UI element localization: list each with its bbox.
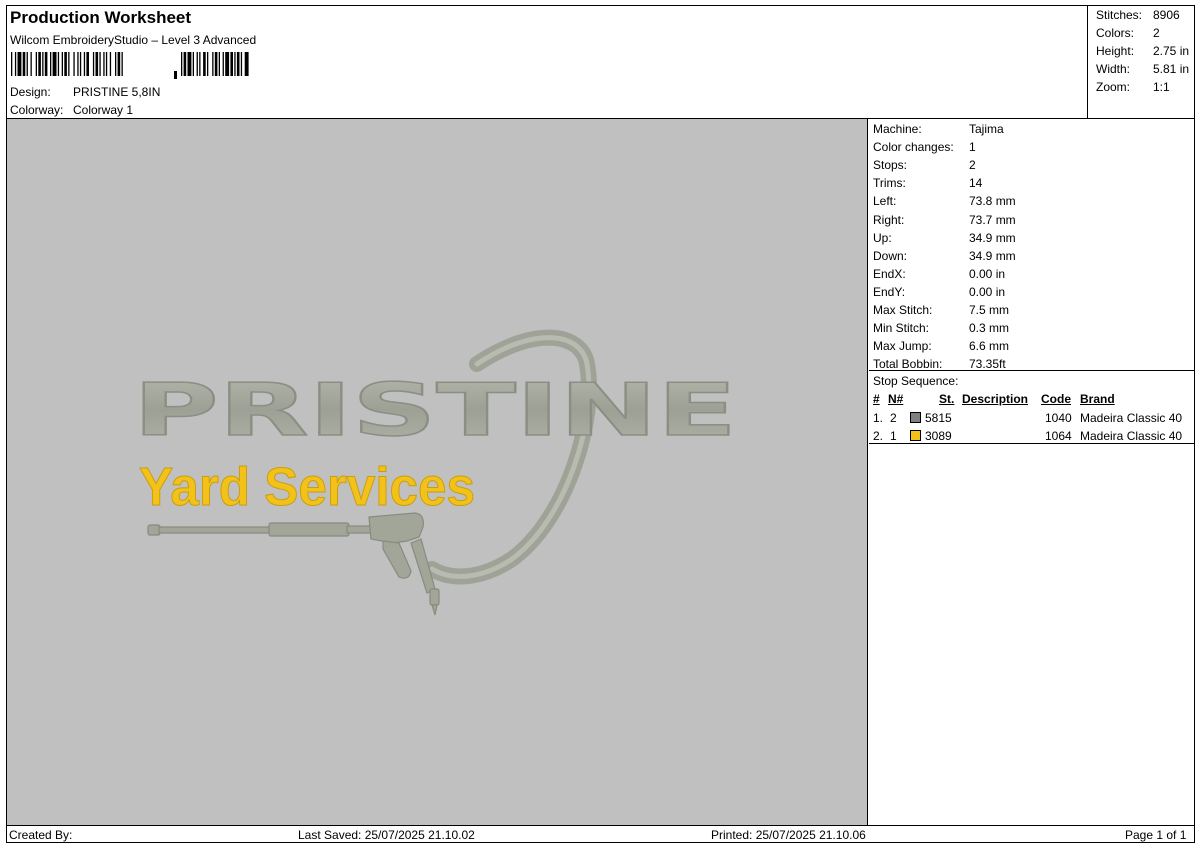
info-value: 2 bbox=[969, 158, 976, 173]
barcode bbox=[11, 52, 249, 79]
info-value: Tajima bbox=[969, 122, 1004, 136]
colorway-label: Colorway: bbox=[10, 103, 64, 117]
colorway-value: Colorway 1 bbox=[73, 103, 134, 117]
info-row: Down: 34.9 mm bbox=[873, 249, 1016, 267]
info-value: 0.3 mm bbox=[969, 321, 1010, 336]
info-value: 7.5 mm bbox=[969, 303, 1010, 317]
last-saved: Last Saved: 25/07/2025 21.10.02 bbox=[298, 828, 475, 842]
col-brand: Brand bbox=[1080, 392, 1115, 406]
stat-stitches: Stitches: 8906 bbox=[1096, 8, 1180, 22]
software-name: Wilcom EmbroideryStudio – Level 3 Advanc… bbox=[10, 33, 257, 47]
color-swatch bbox=[910, 412, 921, 423]
info-label: Left: bbox=[873, 194, 897, 209]
stats-box: Stitches: 8906 Colors: 2 Height: 2.75 in Wi… bbox=[1087, 6, 1196, 118]
info-label: EndY: bbox=[873, 284, 906, 299]
info-row: EndY: 0.00 in bbox=[873, 285, 1005, 303]
info-row: EndX: 0.00 in bbox=[873, 267, 1005, 285]
info-value: 1 bbox=[969, 140, 976, 155]
info-value: 14 bbox=[969, 176, 983, 191]
info-value: 0.00 in bbox=[969, 266, 1006, 281]
info-label: Max Stitch: bbox=[873, 303, 933, 317]
stop-sequence-title: Stop Sequence: bbox=[873, 374, 959, 388]
col-description: Description bbox=[962, 392, 1029, 406]
col-code: Code bbox=[1041, 392, 1071, 406]
info-value: 34.9 mm bbox=[969, 230, 1016, 245]
design-label: Design: bbox=[10, 85, 51, 99]
worksheet-title: Production Worksheet bbox=[10, 8, 192, 27]
info-row: Machine: Tajima bbox=[873, 122, 1004, 140]
info-label: Down: bbox=[873, 248, 908, 263]
worksheet-footer: Created By: Last Saved: 25/07/2025 21.10… bbox=[7, 825, 1194, 842]
info-label: Trims: bbox=[873, 176, 906, 191]
info-label: Right: bbox=[873, 212, 905, 227]
col-n: N# bbox=[888, 392, 904, 406]
info-value: 6.6 mm bbox=[969, 339, 1010, 354]
info-row: Max Stitch: 7.5 mm bbox=[873, 303, 1009, 321]
info-label: Max Jump: bbox=[873, 339, 932, 354]
info-row: Trims: 14 bbox=[873, 176, 982, 194]
design-canvas: PRISTINE Yard Services bbox=[7, 119, 868, 825]
info-row: Color changes: 1 bbox=[873, 140, 976, 158]
page-number: Page 1 of 1 bbox=[1125, 828, 1187, 842]
info-label: Machine: bbox=[873, 122, 922, 136]
production-worksheet: Production Worksheet Wilcom EmbroiderySt… bbox=[6, 5, 1195, 843]
info-label: Min Stitch: bbox=[873, 321, 930, 336]
info-label: Color changes: bbox=[873, 140, 954, 155]
tagline-text: Yard Services bbox=[139, 457, 475, 517]
pressure-washer-icon bbox=[147, 512, 440, 616]
design-row: Design: PRISTINE 5,8IN bbox=[10, 85, 160, 99]
info-label: Up: bbox=[873, 230, 892, 245]
info-value: 0.00 in bbox=[969, 284, 1006, 299]
info-label: EndX: bbox=[873, 266, 906, 281]
stat-height: Height: 2.75 in bbox=[1096, 44, 1190, 58]
design-value: PRISTINE 5,8IN bbox=[73, 85, 161, 99]
info-row: Max Jump: 6.6 mm bbox=[873, 339, 1009, 357]
info-value: 73.7 mm bbox=[969, 212, 1016, 227]
info-value: 34.9 mm bbox=[969, 248, 1016, 263]
info-row: Right: 73.7 mm bbox=[873, 213, 1016, 231]
info-label: Stops: bbox=[873, 158, 908, 173]
info-row: Stops: 2 bbox=[873, 158, 976, 176]
col-num: # bbox=[873, 392, 880, 406]
stat-width: Width: 5.81 in bbox=[1096, 62, 1190, 76]
info-row: Left: 73.8 mm bbox=[873, 194, 1016, 212]
created-by: Created By: bbox=[9, 828, 73, 842]
stat-colors: Colors: 2 bbox=[1096, 26, 1160, 40]
printed-date: Printed: 25/07/2025 21.10.06 bbox=[711, 828, 866, 842]
logo-text: PRISTINE bbox=[133, 368, 737, 452]
embroidery-design: PRISTINE Yard Services bbox=[132, 329, 738, 616]
worksheet-header: Production Worksheet Wilcom EmbroiderySt… bbox=[7, 6, 1087, 118]
info-row: Up: 34.9 mm bbox=[873, 231, 1016, 249]
machine-info-panel: Machine: Tajima Color changes: 1 Stops: 2 Trim… bbox=[869, 119, 1194, 825]
info-row: Min Stitch: 0.3 mm bbox=[873, 321, 1009, 339]
col-stitches: St. bbox=[939, 392, 955, 406]
info-value: 73.8 mm bbox=[969, 194, 1016, 209]
color-swatch bbox=[910, 430, 921, 441]
stop-sequence: Stop Sequence: # N# St. Description Code… bbox=[869, 370, 1194, 444]
colorway-row: Colorway: Colorway 1 bbox=[10, 103, 133, 117]
stat-zoom: Zoom: 1:1 bbox=[1096, 80, 1170, 94]
